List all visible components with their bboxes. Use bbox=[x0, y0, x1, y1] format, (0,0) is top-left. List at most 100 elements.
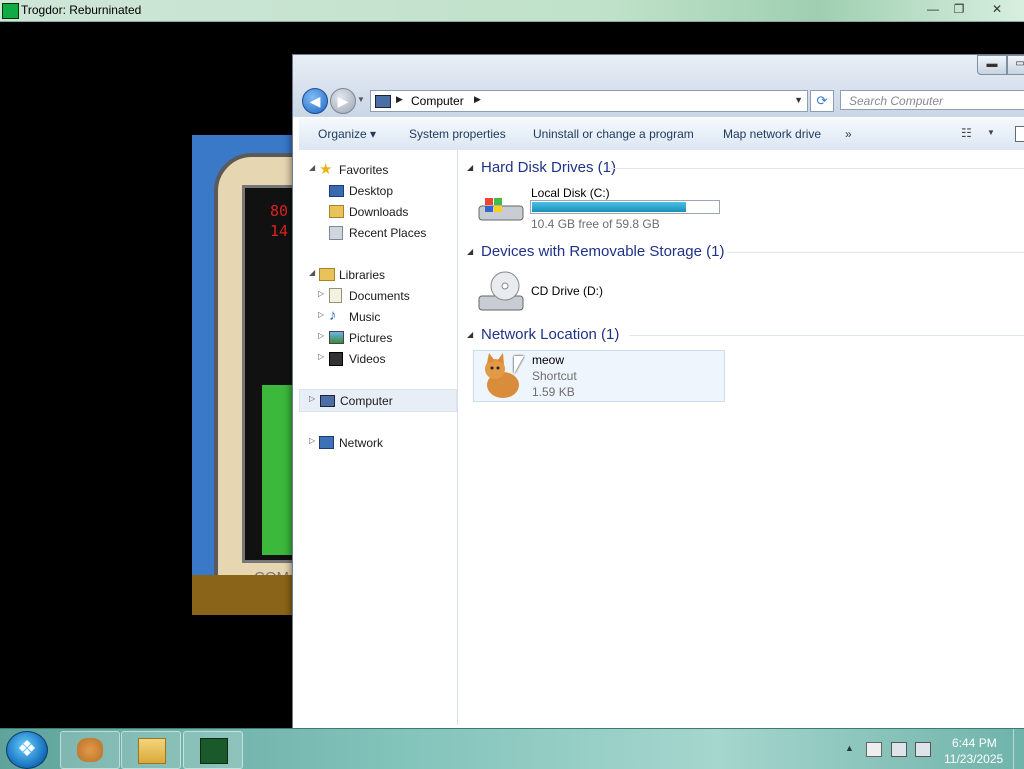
nav-recent-places[interactable]: Recent Places bbox=[299, 222, 455, 243]
nav-documents[interactable]: ▷ Documents bbox=[299, 285, 455, 306]
group-network-location[interactable]: ◢ Network Location (1) bbox=[459, 325, 1024, 345]
nav-favorites[interactable]: ◢ ★ Favorites bbox=[299, 159, 455, 180]
more-commands-button[interactable]: » bbox=[845, 127, 852, 141]
nav-music[interactable]: ▷ ♪ Music bbox=[299, 306, 455, 327]
libraries-icon bbox=[319, 268, 335, 281]
group-title: Hard Disk Drives (1) bbox=[481, 159, 617, 176]
collapse-group-icon[interactable]: ◢ bbox=[467, 330, 473, 339]
explorer-maximize-button[interactable]: ▭ bbox=[1007, 55, 1024, 75]
address-dropdown[interactable]: ▼ bbox=[794, 95, 803, 105]
nav-label: Favorites bbox=[339, 163, 389, 177]
network-tile-meow[interactable]: meow Shortcut 1.59 KB bbox=[473, 350, 725, 402]
local-disk-free-space: 10.4 GB free of 59.8 GB bbox=[531, 217, 660, 231]
arrow-left-icon: ◀ bbox=[309, 93, 321, 109]
file-list[interactable]: ◢ Hard Disk Drives (1) Local Disk (C:) 1… bbox=[459, 150, 1024, 725]
network-icon bbox=[319, 436, 334, 449]
nav-desktop[interactable]: Desktop bbox=[299, 180, 455, 201]
expand-arrow-icon[interactable]: ▷ bbox=[318, 289, 324, 298]
uninstall-program-button[interactable]: Uninstall or change a program bbox=[533, 127, 694, 141]
search-input[interactable]: Search Computer bbox=[840, 90, 1024, 110]
computer-icon bbox=[375, 95, 391, 108]
organize-button[interactable]: Organize ▾ bbox=[318, 127, 376, 141]
trogdor-app-icon bbox=[2, 3, 19, 19]
game-window-title: Trogdor: Reburninated bbox=[21, 3, 142, 17]
collapse-arrow-icon[interactable]: ◢ bbox=[309, 163, 315, 172]
group-title: Network Location (1) bbox=[481, 326, 620, 343]
nav-videos[interactable]: ▷ Videos bbox=[299, 348, 455, 369]
address-bar[interactable]: ▶ Computer ▶ ▼ bbox=[370, 90, 808, 112]
group-title: Devices with Removable Storage (1) bbox=[481, 243, 725, 260]
map-network-drive-button[interactable]: Map network drive bbox=[723, 127, 821, 141]
collapse-group-icon[interactable]: ◢ bbox=[467, 247, 473, 256]
nav-libraries[interactable]: ◢ Libraries bbox=[299, 264, 455, 285]
cat-icon bbox=[77, 738, 103, 762]
forward-button[interactable]: ▶ bbox=[330, 88, 356, 114]
drive-tile-cd-drive[interactable]: CD Drive (D:) bbox=[473, 266, 723, 318]
nav-label: Pictures bbox=[349, 331, 393, 345]
nav-label: Computer bbox=[340, 394, 393, 408]
clock-date[interactable]: 11/23/2025 bbox=[944, 752, 1003, 766]
game-maximize-button[interactable]: ❐ bbox=[944, 1, 974, 17]
explorer-minimize-button[interactable]: ▬ bbox=[977, 55, 1007, 75]
group-divider bbox=[727, 252, 1024, 253]
show-desktop-button[interactable] bbox=[1013, 729, 1024, 769]
action-center-icon[interactable] bbox=[866, 742, 882, 757]
navigation-pane[interactable]: ◢ ★ Favorites Desktop Downloads Recent P… bbox=[299, 150, 458, 725]
nav-pictures[interactable]: ▷ Pictures bbox=[299, 327, 455, 348]
refresh-button[interactable]: ⟳ bbox=[810, 90, 834, 112]
videos-icon bbox=[329, 352, 343, 366]
start-button[interactable]: ❖ bbox=[6, 731, 48, 769]
nav-label: Recent Places bbox=[349, 226, 427, 240]
preview-pane-icon[interactable] bbox=[1015, 126, 1024, 142]
nav-downloads[interactable]: Downloads bbox=[299, 201, 455, 222]
group-removable-storage[interactable]: ◢ Devices with Removable Storage (1) bbox=[459, 242, 1024, 262]
explorer-window: ▬ ▭ ◀ ▶ ▼ ▶ Computer ▶ ▼ ⟳ Search Comput… bbox=[292, 54, 1024, 736]
cd-drive-name: CD Drive (D:) bbox=[531, 284, 603, 298]
nav-label: Libraries bbox=[339, 268, 386, 282]
group-divider bbox=[609, 168, 1024, 169]
drive-tile-local-disk[interactable]: Local Disk (C:) 10.4 GB free of 59.8 GB bbox=[473, 182, 723, 234]
explorer-content: ◢ ★ Favorites Desktop Downloads Recent P… bbox=[299, 150, 1024, 725]
taskbar-button-trogdor[interactable] bbox=[183, 731, 243, 769]
nav-label: Videos bbox=[349, 352, 386, 366]
system-properties-button[interactable]: System properties bbox=[409, 127, 506, 141]
expand-arrow-icon[interactable]: ▷ bbox=[318, 331, 324, 340]
back-button[interactable]: ◀ bbox=[302, 88, 328, 114]
folder-icon bbox=[138, 738, 166, 764]
taskbar-button-explorer[interactable] bbox=[121, 731, 181, 769]
collapse-group-icon[interactable]: ◢ bbox=[467, 163, 473, 172]
nav-network[interactable]: ▷ Network bbox=[299, 432, 455, 453]
taskbar: ❖ ▲ 6:44 PM 11/23/2025 bbox=[0, 728, 1024, 769]
network-status-icon[interactable] bbox=[891, 742, 907, 757]
group-hard-disk-drives[interactable]: ◢ Hard Disk Drives (1) bbox=[459, 158, 1024, 178]
show-hidden-icons-button[interactable]: ▲ bbox=[845, 743, 854, 753]
game-close-button[interactable]: ✕ bbox=[980, 1, 1014, 17]
game-title-bar[interactable]: Trogdor: Reburninated — ❐ ✕ bbox=[0, 0, 1024, 22]
breadcrumb-separator[interactable]: ▶ bbox=[396, 94, 403, 105]
expand-arrow-icon[interactable]: ▷ bbox=[318, 352, 324, 361]
collapse-arrow-icon[interactable]: ◢ bbox=[309, 268, 315, 277]
breadcrumb-computer[interactable]: Computer bbox=[411, 94, 464, 108]
star-icon: ★ bbox=[319, 161, 333, 178]
recent-pages-dropdown[interactable]: ▼ bbox=[357, 95, 365, 104]
clock-time[interactable]: 6:44 PM bbox=[952, 736, 997, 750]
expand-arrow-icon[interactable]: ▷ bbox=[309, 394, 315, 403]
disk-usage-bar bbox=[530, 200, 720, 214]
change-view-icon[interactable]: ☷ bbox=[961, 126, 977, 140]
taskbar-button-meow[interactable] bbox=[60, 731, 120, 769]
game-canvas[interactable]: 8014 COM bbox=[192, 135, 302, 615]
arcade-score-text: 80 14 bbox=[270, 202, 289, 240]
views-dropdown[interactable]: ▼ bbox=[987, 128, 995, 137]
meow-name: meow bbox=[532, 353, 565, 367]
volume-muted-icon[interactable] bbox=[915, 742, 931, 757]
local-disk-name: Local Disk (C:) bbox=[531, 186, 610, 200]
expand-arrow-icon[interactable]: ▷ bbox=[318, 310, 324, 319]
meow-size: 1.59 KB bbox=[532, 385, 575, 399]
nav-label: Network bbox=[339, 436, 384, 450]
computer-icon bbox=[320, 395, 335, 407]
desktop-icon bbox=[329, 185, 344, 197]
nav-label: Downloads bbox=[349, 205, 409, 219]
nav-computer[interactable]: ▷ Computer bbox=[299, 389, 457, 412]
breadcrumb-separator[interactable]: ▶ bbox=[474, 94, 481, 105]
expand-arrow-icon[interactable]: ▷ bbox=[309, 436, 315, 445]
